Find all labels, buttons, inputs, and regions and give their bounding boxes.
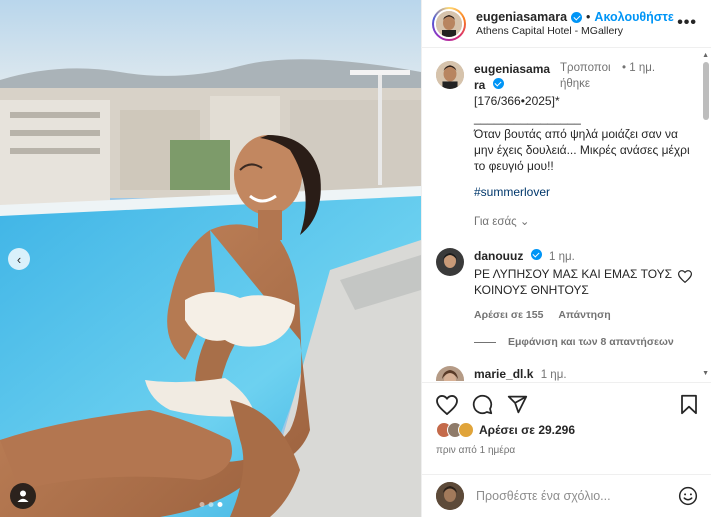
- caption-text: [176/366•2025]* ________________ Όταν βο…: [474, 94, 690, 174]
- comments-section[interactable]: eugeniasamara Τροποποιήθηκε • 1 ημ. [176…: [422, 49, 711, 381]
- user-icon: [17, 490, 29, 502]
- caption-edited-label: Τροποποιήθηκε: [560, 62, 611, 90]
- author-avatar-image: [436, 10, 462, 37]
- post-side-panel: eugeniasamara • Ακολουθήστε Athens Capit…: [421, 0, 711, 517]
- comment-icon[interactable]: [472, 394, 493, 415]
- scroll-up-arrow[interactable]: ▲: [702, 52, 709, 59]
- comment-time[interactable]: 1 ημ.: [541, 369, 567, 381]
- save-bookmark-icon[interactable]: [680, 394, 698, 415]
- carousel-dot: [199, 502, 204, 507]
- caption-avatar[interactable]: [436, 61, 464, 89]
- comment-username[interactable]: marie_dl.k: [474, 367, 533, 381]
- comment-username[interactable]: danouuz: [474, 249, 523, 263]
- share-icon[interactable]: [507, 394, 528, 415]
- comment-avatar[interactable]: [436, 366, 464, 381]
- like-heart-icon[interactable]: [436, 394, 458, 415]
- post-photo[interactable]: ‹: [0, 0, 421, 517]
- hashtag-link[interactable]: #summerlover: [474, 184, 694, 200]
- verified-icon: [492, 78, 504, 90]
- comment-item: marie_dl.k 1 ημ.: [436, 366, 698, 381]
- carousel-indicator: [199, 502, 222, 507]
- commenter-avatar-image: [436, 248, 464, 277]
- caption-username[interactable]: eugeniasamara: [474, 61, 554, 93]
- reply-button[interactable]: Απάντηση: [558, 309, 610, 321]
- author-avatar[interactable]: [432, 6, 466, 41]
- post-header: eugeniasamara • Ακολουθήστε Athens Capit…: [422, 0, 711, 48]
- post-actions: [422, 382, 711, 426]
- post-time[interactable]: πριν από 1 ημέρα: [436, 445, 515, 456]
- comment-time[interactable]: 1 ημ.: [549, 251, 575, 263]
- likes-row[interactable]: Αρέσει σε 29.296: [436, 422, 575, 438]
- liker-avatar: [458, 422, 474, 438]
- photo-scene: [0, 0, 421, 517]
- comment-likes[interactable]: Αρέσει σε 155: [474, 309, 543, 321]
- liker-avatars: [436, 422, 474, 438]
- comment-avatar[interactable]: [436, 248, 464, 277]
- current-user-avatar-image: [436, 482, 464, 510]
- comments-scrollbar[interactable]: [703, 62, 709, 120]
- scroll-down-arrow[interactable]: ▼: [702, 370, 709, 377]
- tagged-users-button[interactable]: [10, 483, 36, 509]
- carousel-dot-active: [217, 502, 222, 507]
- comment-item: danouuz 1 ημ. ΡΕ ΛΥΠΗΣΟΥ ΜΑΣ ΚΑΙ ΕΜΑΣ ΤΟ…: [436, 248, 698, 322]
- verified-icon: [571, 11, 583, 23]
- commenter-avatar-image: [436, 366, 464, 381]
- follow-button[interactable]: Ακολουθήστε: [594, 10, 673, 25]
- author-username[interactable]: eugeniasamara: [476, 10, 567, 25]
- emoji-icon[interactable]: [678, 486, 698, 506]
- caption: eugeniasamara Τροποποιήθηκε • 1 ημ. [176…: [436, 61, 698, 230]
- previous-photo-button[interactable]: ‹: [8, 248, 30, 270]
- current-user-avatar: [436, 482, 464, 510]
- caption-avatar-image: [436, 61, 464, 89]
- for-you-toggle[interactable]: Για εσάς ⌄: [474, 215, 694, 231]
- post-location[interactable]: Athens Capital Hotel - MGallery: [476, 25, 674, 38]
- caption-time[interactable]: • 1 ημ.: [622, 61, 655, 77]
- add-comment-input[interactable]: [476, 489, 676, 503]
- chevron-left-icon: ‹: [16, 251, 22, 267]
- likes-count[interactable]: Αρέσει σε 29.296: [479, 423, 575, 437]
- carousel-dot: [208, 502, 213, 507]
- heart-icon[interactable]: [678, 270, 692, 284]
- more-options-icon[interactable]: •••: [677, 14, 697, 32]
- chevron-down-icon: ⌄: [519, 215, 530, 228]
- view-replies-button[interactable]: Εμφάνιση και των 8 απαντήσεων: [474, 336, 698, 348]
- separator-dot: •: [586, 9, 591, 24]
- verified-icon: [530, 249, 542, 261]
- comment-text: ΡΕ ΛΥΠΗΣΟΥ ΜΑΣ ΚΑΙ ΕΜΑΣ ΤΟΥΣ ΚΟΙΝΟΥΣ ΘΝΗ…: [474, 266, 673, 297]
- add-comment-bar: [422, 474, 711, 517]
